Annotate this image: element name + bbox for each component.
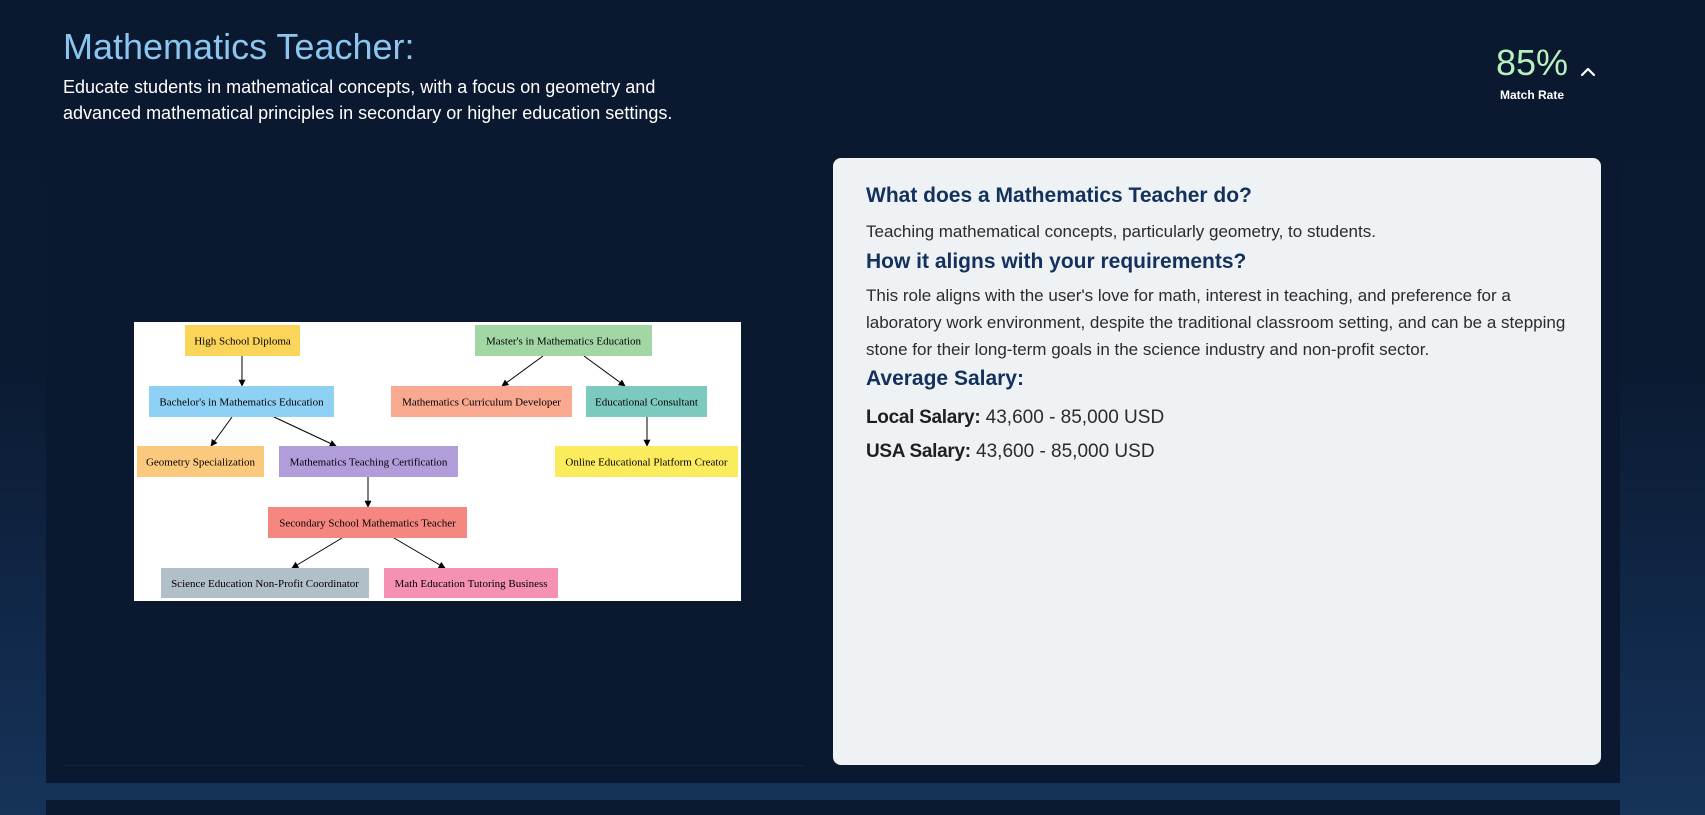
career-path-diagram: High School Diploma Master's in Mathemati… <box>134 322 741 601</box>
diagram-node-hs: High School Diploma <box>185 325 300 356</box>
chevron-up-icon[interactable] <box>1578 62 1598 82</box>
next-career-card <box>46 800 1620 815</box>
diagram-node-label: Educational Consultant <box>595 397 698 409</box>
diagram-node-label: Secondary School Mathematics Teacher <box>279 518 456 530</box>
edge-ssmt-to-sen <box>291 537 343 569</box>
local-salary: Local Salary: 43,600 - 85,000 USD <box>866 407 1164 429</box>
local-salary-label: Local Salary: <box>866 407 981 428</box>
diagram-node-label: Online Educational Platform Creator <box>565 457 728 469</box>
diagram-node-label: Math Education Tutoring Business <box>394 578 547 590</box>
diagram-node-mtc: Mathematics Teaching Certification <box>279 446 458 477</box>
diagram-node-label: Mathematics Teaching Certification <box>290 457 448 469</box>
job-description: Educate students in mathematical concept… <box>63 77 673 123</box>
edge-bs-to-gs <box>210 416 233 447</box>
diagram-node-label: Master's in Mathematics Education <box>486 336 642 348</box>
edge-ms-to-mcd <box>501 355 544 387</box>
usa-salary: USA Salary: 43,600 - 85,000 USD <box>866 441 1155 463</box>
edge-ms-to-ec <box>583 355 626 387</box>
match-rate-label: Match Rate <box>1499 88 1564 102</box>
diagram-node-oepc: Online Educational Platform Creator <box>555 446 738 477</box>
diagram-node-label: Bachelor's in Mathematics Education <box>159 397 324 409</box>
job-title: Mathematics Teacher: <box>63 26 415 67</box>
usa-salary-value: 43,600 - 85,000 USD <box>976 441 1155 462</box>
align-text: This role aligns with the user's love fo… <box>866 286 1566 359</box>
usa-salary-label: USA Salary: <box>866 441 971 462</box>
match-rate: 85% Match Rate <box>1480 40 1584 102</box>
local-salary-value: 43,600 - 85,000 USD <box>985 407 1165 428</box>
diagram-node-label: High School Diploma <box>194 336 291 348</box>
diagram-node-label: Geometry Specialization <box>146 457 256 469</box>
diagram-node-ssmt: Secondary School Mathematics Teacher <box>268 507 467 538</box>
job-info-panel: What does a Mathematics Teacher do? Teac… <box>833 158 1601 765</box>
diagram-node-metb: Math Education Tutoring Business <box>384 568 558 598</box>
diagram-node-ms: Master's in Mathematics Education <box>475 325 652 356</box>
diagram-node-mcd: Mathematics Curriculum Developer <box>391 386 572 417</box>
diagram-node-ec: Educational Consultant <box>586 386 707 417</box>
match-rate-value: 85% <box>1495 42 1569 83</box>
diagram-node-label: Mathematics Curriculum Developer <box>402 397 561 409</box>
diagram-node-bs: Bachelor's in Mathematics Education <box>149 386 334 417</box>
diagram-node-gs: Geometry Specialization <box>137 446 264 477</box>
what-text: Teaching mathematical concepts, particul… <box>866 222 1376 241</box>
divider <box>64 765 804 766</box>
diagram-node-label: Science Education Non-Profit Coordinator <box>171 578 359 590</box>
align-heading: How it aligns with your requirements? <box>866 250 1247 273</box>
what-heading: What does a Mathematics Teacher do? <box>866 184 1252 207</box>
salary-heading: Average Salary: <box>866 367 1024 390</box>
edge-bs-to-mtc <box>273 416 337 447</box>
edge-ssmt-to-metb <box>393 537 446 569</box>
diagram-node-sen: Science Education Non-Profit Coordinator <box>161 568 369 598</box>
